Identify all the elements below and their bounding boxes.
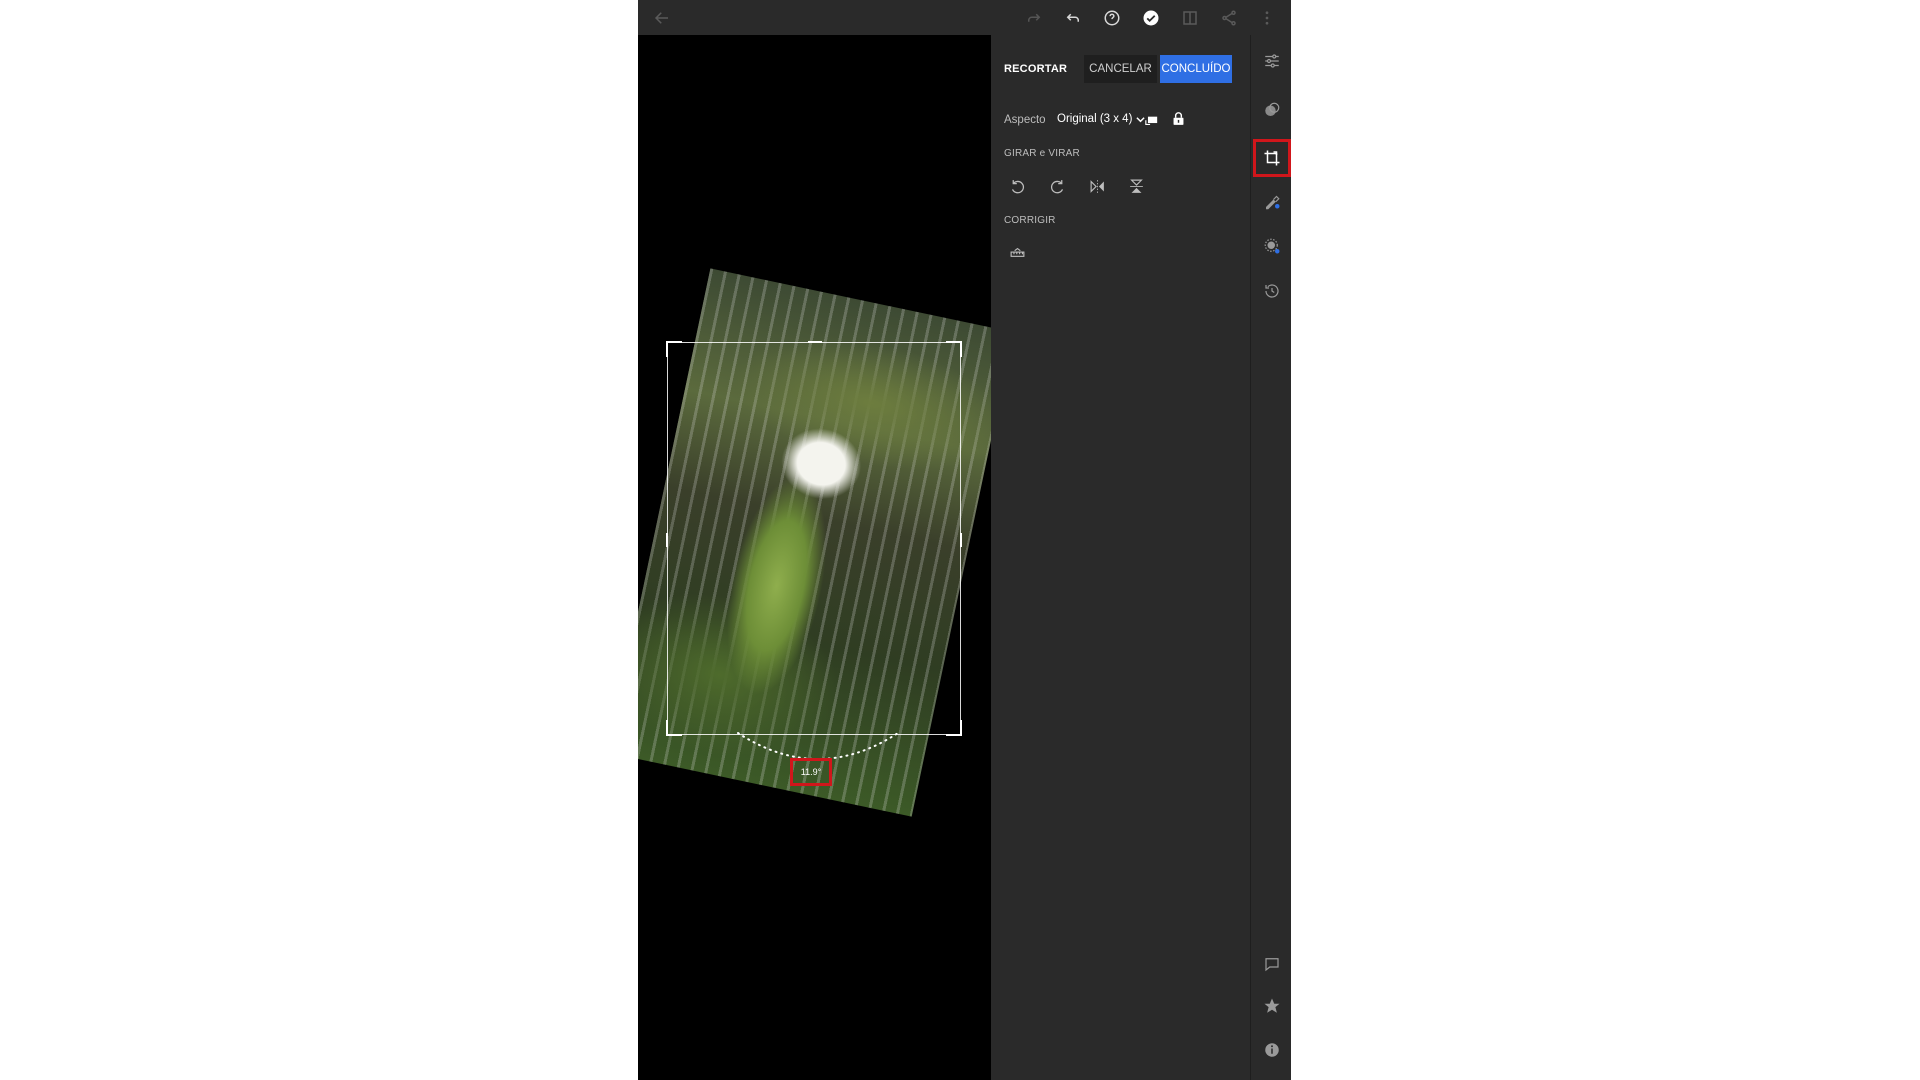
image-canvas[interactable]: 11.9° [638,35,991,1080]
healing-icon[interactable] [1261,190,1283,212]
lightroom-window: 11.9° RECORTAR CANCELAR CONCLUÍDO Aspect… [638,0,1291,1080]
crop-handle-bottom-left[interactable] [666,720,682,736]
cancel-button[interactable]: CANCELAR [1084,55,1157,83]
flip-horizontal-icon[interactable] [1087,176,1107,196]
tool-rail [1250,35,1291,1080]
crop-handle-left[interactable] [666,533,668,547]
help-icon[interactable] [1100,6,1124,30]
checkmark-icon[interactable] [1139,6,1163,30]
crop-handle-right[interactable] [960,533,962,547]
rotation-angle-highlight: 11.9° [790,758,832,786]
rotate-right-icon[interactable] [1047,176,1067,196]
redo-icon[interactable] [1022,6,1046,30]
back-arrow-icon[interactable] [650,6,674,30]
crop-panel: RECORTAR CANCELAR CONCLUÍDO Aspecto Orig… [991,35,1250,1080]
rotate-left-icon[interactable] [1007,176,1027,196]
panel-title: RECORTAR [1004,63,1068,75]
more-icon[interactable] [1255,6,1279,30]
crop-frame[interactable] [666,341,962,736]
history-icon[interactable] [1261,280,1283,302]
edit-sliders-icon[interactable] [1261,50,1283,72]
undo-icon[interactable] [1061,6,1085,30]
presets-icon[interactable] [1261,99,1283,121]
flip-vertical-icon[interactable] [1126,176,1146,196]
star-icon[interactable] [1261,995,1283,1017]
straighten-tool-icon[interactable] [1007,243,1027,263]
masking-icon[interactable] [1261,235,1283,257]
straighten-label: CORRIGIR [1004,215,1056,226]
orientation-toggle-icon[interactable] [1141,109,1161,129]
aspect-value: Original (3 x 4) [1057,113,1133,125]
info-icon[interactable] [1261,1039,1283,1061]
aspect-label: Aspecto [1004,114,1046,126]
crop-handle-top[interactable] [808,341,822,343]
compare-icon[interactable] [1178,6,1202,30]
crop-icon[interactable] [1261,147,1283,169]
comment-icon[interactable] [1261,953,1283,975]
crop-handle-top-left[interactable] [666,341,682,357]
lock-icon[interactable] [1168,108,1188,128]
crop-handle-top-right[interactable] [946,341,962,357]
rotate-flip-label: GIRAR e VIRAR [1004,148,1080,159]
rotation-angle-readout: 11.9° [800,767,822,777]
share-icon[interactable] [1217,6,1241,30]
done-button[interactable]: CONCLUÍDO [1160,55,1232,83]
top-toolbar [638,0,1291,35]
aspect-dropdown[interactable]: Original (3 x 4) [1057,113,1146,125]
crop-handle-bottom-right[interactable] [946,720,962,736]
